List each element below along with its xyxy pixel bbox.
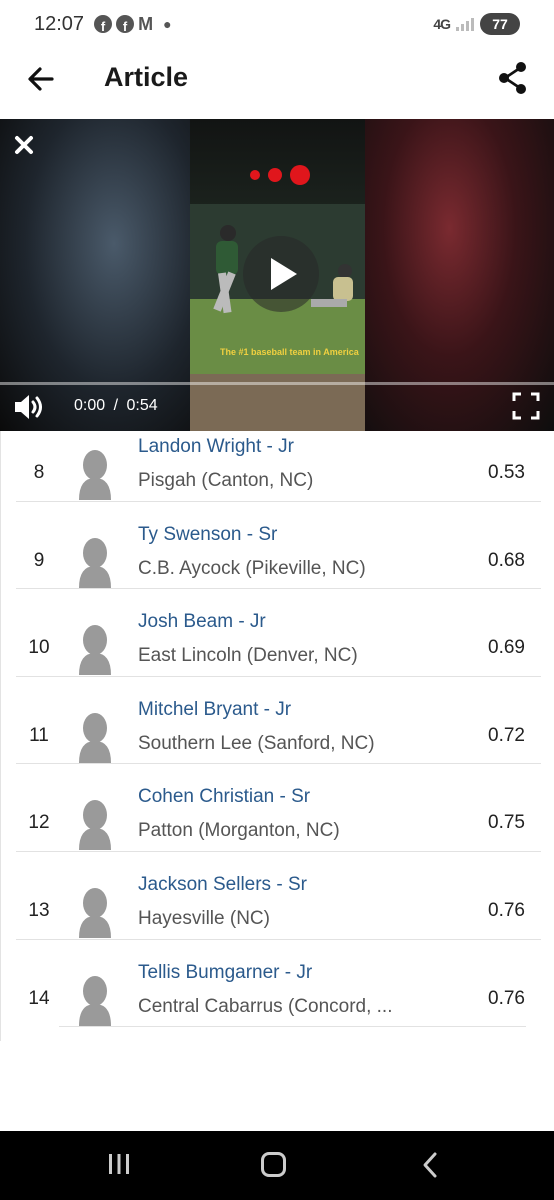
app-bar: Article xyxy=(0,48,554,112)
ranking-list: 8 Landon Wright - Jr Pisgah (Canton, NC) 0.… xyxy=(0,431,554,1041)
video-close-button[interactable] xyxy=(12,133,36,157)
video-player[interactable]: The #1 baseball team in America 0:00 / 0… xyxy=(0,119,554,431)
ranking-row[interactable]: 11 Mitchel Bryant - Jr Southern Lee (Sanfo… xyxy=(1,694,554,781)
row-divider xyxy=(16,763,541,765)
player-school: Southern Lee (Sanford, NC) xyxy=(138,732,375,754)
recents-icon[interactable] xyxy=(106,1153,132,1175)
system-nav-bar xyxy=(0,1131,554,1200)
player-name-link[interactable]: Tellis Bumgarner - Jr xyxy=(138,962,312,984)
row-divider xyxy=(16,588,541,590)
facebook-icon: f xyxy=(94,15,113,33)
battery-indicator: 77 xyxy=(480,13,520,35)
player-avatar-icon xyxy=(79,975,111,1026)
video-time-separator: / xyxy=(113,397,119,414)
video-current-time: 0:00 xyxy=(74,397,106,414)
player-avatar-icon xyxy=(79,625,111,676)
player-time: 0.76 xyxy=(488,987,525,1009)
rank-number: 11 xyxy=(29,724,49,746)
arrow-left-icon xyxy=(28,67,54,91)
player-time: 0.69 xyxy=(488,637,525,659)
player-school: Pisgah (Canton, NC) xyxy=(138,470,314,491)
row-divider xyxy=(16,851,541,852)
dot-icon: ● xyxy=(163,16,172,32)
player-avatar-icon xyxy=(79,800,111,851)
player-name-link[interactable]: Landon Wright - Jr xyxy=(138,436,294,458)
status-time: 12:07 xyxy=(34,12,85,35)
player-avatar-icon xyxy=(79,450,111,500)
player-school: Central Cabarrus (Concord, ... xyxy=(138,995,393,1017)
ranking-row[interactable]: 13 Jackson Sellers - Sr Hayesville (NC) 0.7… xyxy=(1,869,554,956)
video-progress-bar[interactable] xyxy=(0,382,554,385)
rank-number: 14 xyxy=(28,987,50,1009)
rank-number: 12 xyxy=(28,812,50,834)
ranking-row[interactable]: 10 Josh Beam - Jr East Lincoln (Denver, NC… xyxy=(1,606,554,693)
player-name-link[interactable]: Mitchel Bryant - Jr xyxy=(138,699,291,721)
volume-button[interactable] xyxy=(12,392,46,422)
row-divider xyxy=(59,1026,526,1028)
page-title: Article xyxy=(104,62,189,92)
status-bar: 12:07 f f M ● 4G 77 xyxy=(0,0,554,48)
ranking-row[interactable]: 9 Ty Swenson - Sr C.B. Aycock (Pikeville, … xyxy=(1,519,554,606)
player-school: C.B. Aycock (Pikeville, NC) xyxy=(138,557,366,579)
nav-back-icon[interactable] xyxy=(420,1151,440,1179)
player-time: 0.68 xyxy=(488,549,525,571)
share-button[interactable] xyxy=(496,60,530,96)
player-avatar-icon xyxy=(79,888,111,938)
row-divider xyxy=(16,938,541,940)
player-name-link[interactable]: Jackson Sellers - Sr xyxy=(138,874,307,896)
notification-icons: f f M ● xyxy=(94,13,172,35)
rank-number: 10 xyxy=(28,637,50,659)
player-name-link[interactable]: Cohen Christian - Sr xyxy=(138,786,310,808)
close-icon xyxy=(15,136,33,154)
video-time-display: 0:00 / 0:54 xyxy=(74,397,158,415)
video-duration: 0:54 xyxy=(126,397,158,414)
fullscreen-icon xyxy=(512,392,540,420)
video-player-figure xyxy=(213,225,238,314)
gmail-icon: M xyxy=(138,13,154,34)
row-divider xyxy=(16,500,541,502)
player-school: Patton (Morganton, NC) xyxy=(138,820,340,842)
player-avatar-icon xyxy=(79,537,111,588)
share-icon xyxy=(499,62,526,94)
player-time: 0.75 xyxy=(488,812,525,834)
player-time: 0.72 xyxy=(488,724,525,746)
play-icon xyxy=(271,258,297,290)
player-name-link[interactable]: Ty Swenson - Sr xyxy=(138,524,277,546)
row-divider xyxy=(16,675,541,677)
rank-number: 9 xyxy=(33,549,45,571)
home-icon[interactable] xyxy=(261,1152,286,1177)
back-button[interactable] xyxy=(24,62,58,96)
rank-number: 8 xyxy=(33,462,45,483)
network-label: 4G xyxy=(433,16,451,32)
player-name-link[interactable]: Josh Beam - Jr xyxy=(138,611,266,633)
fullscreen-button[interactable] xyxy=(512,392,540,420)
player-avatar-icon xyxy=(79,712,111,763)
video-caption: The #1 baseball team in America xyxy=(220,347,359,357)
ranking-row[interactable]: 8 Landon Wright - Jr Pisgah (Canton, NC) 0.… xyxy=(1,431,554,518)
player-time: 0.53 xyxy=(488,462,525,483)
ranking-row[interactable]: 12 Cohen Christian - Sr Patton (Morganton,… xyxy=(1,781,554,868)
play-button[interactable] xyxy=(243,236,319,312)
signal-icon xyxy=(456,17,474,31)
facebook-icon: f xyxy=(116,15,135,33)
status-indicators: 4G 77 xyxy=(433,13,520,35)
player-school: East Lincoln (Denver, NC) xyxy=(138,645,358,667)
volume-icon xyxy=(15,395,42,419)
ranking-row[interactable]: 14 Tellis Bumgarner - Jr Central Cabarrus … xyxy=(1,957,554,1044)
rank-number: 13 xyxy=(28,900,50,921)
loading-indicator xyxy=(250,165,310,185)
player-time: 0.76 xyxy=(488,900,525,921)
player-school: Hayesville (NC) xyxy=(138,908,270,929)
